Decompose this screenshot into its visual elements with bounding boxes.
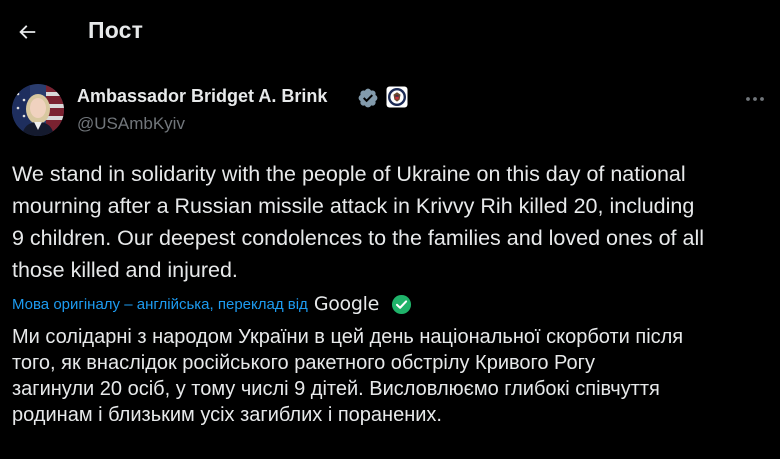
translation-attribution: Мова оригіналу – англійська, переклад ві… xyxy=(12,291,412,317)
us-state-department-seal-icon[interactable] xyxy=(386,86,408,108)
post-text-line: those killed and injured. xyxy=(12,258,238,282)
avatar[interactable] xyxy=(12,84,64,136)
translated-text-line: того, як внаслідок російського ракетного… xyxy=(12,352,595,374)
post-text: We stand in solidarity with the people o… xyxy=(12,158,772,286)
translated-text-line: Ми солідарні з народом України в цей ден… xyxy=(12,326,684,348)
translated-text: Ми солідарні з народом України в цей ден… xyxy=(12,324,772,428)
back-button[interactable] xyxy=(8,13,46,51)
more-options-button[interactable] xyxy=(740,86,770,112)
check-circle-icon xyxy=(391,294,412,314)
post-text-line: We stand in solidarity with the people o… xyxy=(12,162,686,186)
page-title: Пост xyxy=(88,17,144,43)
post-page: Пост Ambassador Bridget A. Brink @USAmbK… xyxy=(0,0,780,459)
arrow-left-icon xyxy=(19,25,36,39)
more-horizontal-icon xyxy=(746,97,764,101)
verified-badge-icon[interactable] xyxy=(357,87,379,109)
translated-text-line: родинам і близьким усіх загиблих і поран… xyxy=(12,404,442,426)
google-logo: Google xyxy=(313,293,380,315)
translation-note-link[interactable]: Мова оригіналу – англійська, переклад ві… xyxy=(12,296,308,313)
translated-text-line: загинули 20 осіб, у тому числі 9 дітей. … xyxy=(12,378,660,400)
post-text-line: mourning after a Russian missile attack … xyxy=(12,194,695,218)
author-name[interactable]: Ambassador Bridget A. Brink xyxy=(77,86,327,107)
top-bar: Пост xyxy=(0,0,780,64)
post-text-line: 9 children. Our deepest condolences to t… xyxy=(12,226,705,250)
author-handle[interactable]: @USAmbKyiv xyxy=(77,114,185,134)
